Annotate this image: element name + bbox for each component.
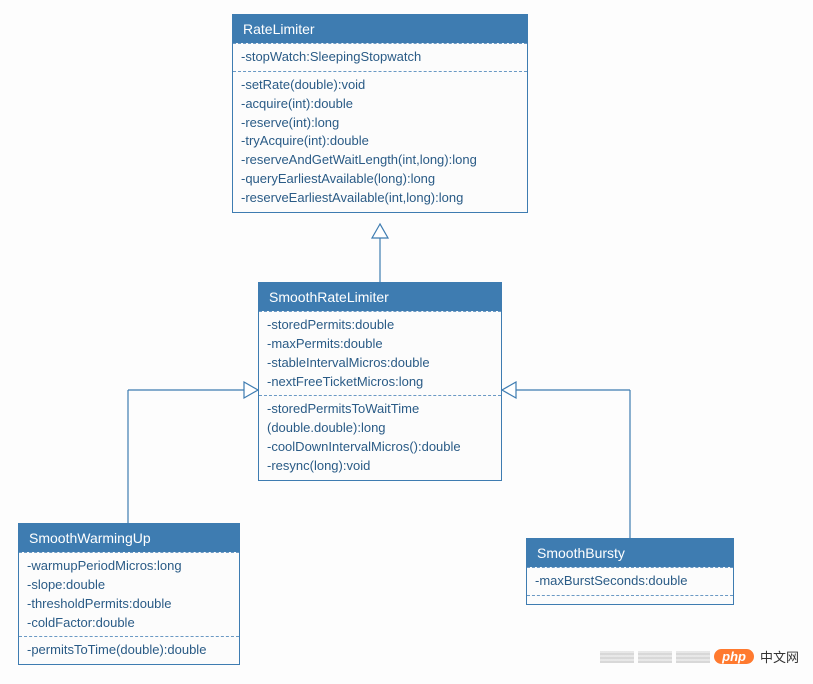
attr: -storedPermits:double (267, 316, 493, 335)
watermark-logo: php (714, 649, 754, 664)
watermark-stub (600, 651, 634, 663)
class-title: SmoothWarmingUp (19, 524, 239, 552)
class-ratelimiter: RateLimiter -stopWatch:SleepingStopwatch… (232, 14, 528, 213)
attr: -stableIntervalMicros:double (267, 354, 493, 373)
op: -setRate(double):void (241, 76, 519, 95)
attr: -slope:double (27, 576, 231, 595)
attrs-section: -maxBurstSeconds:double (527, 567, 733, 595)
op: (double.double):long (267, 419, 493, 438)
attr: -stopWatch:SleepingStopwatch (241, 48, 519, 67)
op: -reserveAndGetWaitLength(int,long):long (241, 151, 519, 170)
attrs-section: -storedPermits:double -maxPermits:double… (259, 311, 501, 395)
class-title: SmoothRateLimiter (259, 283, 501, 311)
ops-section: -storedPermitsToWaitTime (double.double)… (259, 395, 501, 479)
op: -tryAcquire(int):double (241, 132, 519, 151)
op: -reserveEarliestAvailable(int,long):long (241, 189, 519, 208)
watermark: php 中文网 (600, 647, 799, 666)
op: -acquire(int):double (241, 95, 519, 114)
op: -queryEarliestAvailable(long):long (241, 170, 519, 189)
op: -reserve(int):long (241, 114, 519, 133)
class-title: RateLimiter (233, 15, 527, 43)
watermark-stub (638, 651, 672, 663)
op: -permitsToTime(double):double (27, 641, 231, 660)
ops-section: -permitsToTime(double):double (19, 636, 239, 664)
class-smoothwarmingup: SmoothWarmingUp -warmupPeriodMicros:long… (18, 523, 240, 665)
attrs-section: -stopWatch:SleepingStopwatch (233, 43, 527, 71)
ops-section: -setRate(double):void -acquire(int):doub… (233, 71, 527, 212)
attr: -maxPermits:double (267, 335, 493, 354)
op: -coolDownIntervalMicros():double (267, 438, 493, 457)
watermark-stub (676, 651, 710, 663)
watermark-text: 中文网 (760, 647, 799, 666)
attr: -nextFreeTicketMicros:long (267, 373, 493, 392)
class-smoothratelimiter: SmoothRateLimiter -storedPermits:double … (258, 282, 502, 481)
attr: -warmupPeriodMicros:long (27, 557, 231, 576)
attr: -coldFactor:double (27, 614, 231, 633)
attr: -maxBurstSeconds:double (535, 572, 725, 591)
ops-section (527, 595, 733, 604)
class-title: SmoothBursty (527, 539, 733, 567)
attr: -thresholdPermits:double (27, 595, 231, 614)
op: -storedPermitsToWaitTime (267, 400, 493, 419)
op: -resync(long):void (267, 457, 493, 476)
attrs-section: -warmupPeriodMicros:long -slope:double -… (19, 552, 239, 636)
class-smoothbursty: SmoothBursty -maxBurstSeconds:double (526, 538, 734, 605)
